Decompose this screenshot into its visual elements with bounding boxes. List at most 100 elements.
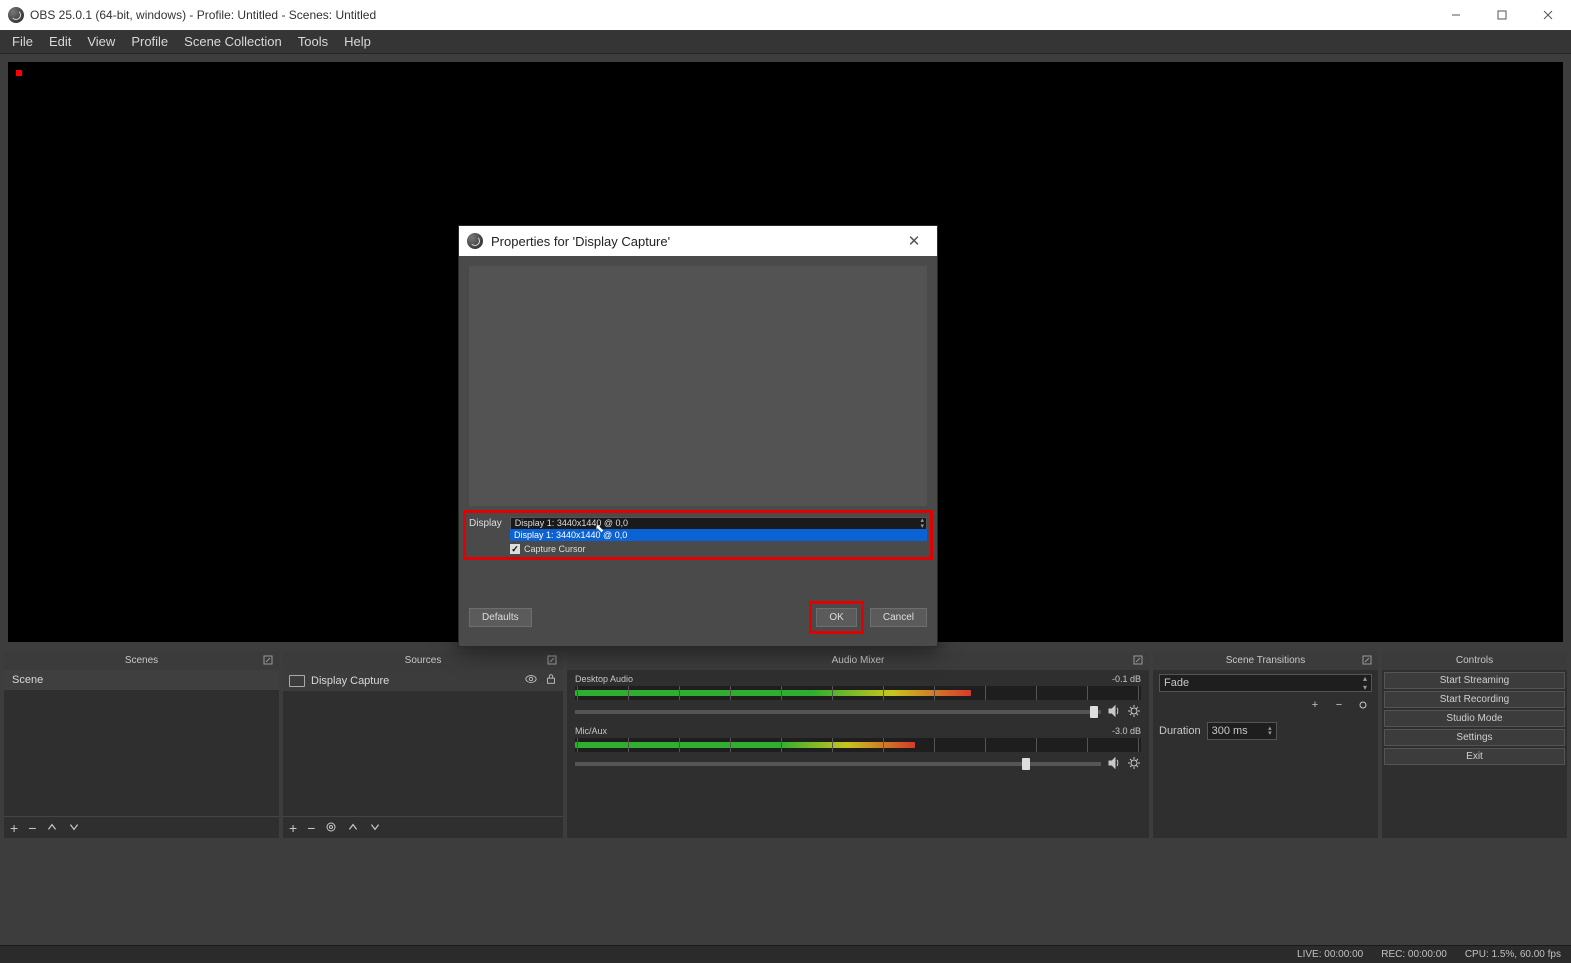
source-item-label: Display Capture xyxy=(311,675,389,687)
ok-button[interactable]: OK xyxy=(816,608,856,627)
settings-button[interactable]: Settings xyxy=(1384,729,1565,746)
popout-icon[interactable] xyxy=(1131,654,1145,668)
close-button[interactable] xyxy=(1525,0,1571,30)
start-streaming-button[interactable]: Start Streaming xyxy=(1384,672,1565,689)
popout-icon[interactable] xyxy=(545,654,559,668)
volume-slider[interactable] xyxy=(575,710,1101,714)
scenes-panel: Scenes Scene + − xyxy=(4,652,279,838)
capture-cursor-label: Capture Cursor xyxy=(524,544,586,554)
scene-down-button[interactable] xyxy=(68,821,80,835)
status-rec: REC: 00:00:00 xyxy=(1381,949,1447,960)
menu-edit[interactable]: Edit xyxy=(41,30,79,54)
lock-icon[interactable] xyxy=(545,673,557,688)
annotation-box: OK xyxy=(809,601,863,634)
source-properties-button[interactable] xyxy=(325,821,337,835)
menu-view[interactable]: View xyxy=(79,30,123,54)
menu-file[interactable]: File xyxy=(4,30,41,54)
transition-gear-button[interactable] xyxy=(1354,696,1372,714)
popout-icon[interactable] xyxy=(1360,654,1374,668)
mute-icon[interactable] xyxy=(1107,704,1121,720)
sources-title: Sources xyxy=(405,655,442,666)
display-value: Display 1: 3440x1440 @ 0,0 xyxy=(515,518,628,528)
dialog-titlebar: Properties for 'Display Capture' ✕ xyxy=(459,226,937,256)
window-buttons xyxy=(1433,0,1571,30)
dialog-preview xyxy=(469,266,927,506)
source-remove-button[interactable]: − xyxy=(307,821,315,835)
scenes-header: Scenes xyxy=(4,652,279,670)
scenes-title: Scenes xyxy=(125,655,158,666)
mixer-title: Audio Mixer xyxy=(832,655,885,666)
menu-tools[interactable]: Tools xyxy=(290,30,336,54)
display-icon xyxy=(289,675,305,687)
audio-meter xyxy=(575,738,1141,752)
status-bar: LIVE: 00:00:00 REC: 00:00:00 CPU: 1.5%, … xyxy=(0,945,1571,963)
display-option[interactable]: Display 1: 3440x1440 @ 0,0 xyxy=(510,529,927,541)
track-level: -0.1 dB xyxy=(1112,674,1141,684)
menu-profile[interactable]: Profile xyxy=(123,30,176,54)
properties-dialog: Properties for 'Display Capture' ✕ Displ… xyxy=(458,225,938,647)
transition-value: Fade xyxy=(1164,677,1189,689)
dialog-title: Properties for 'Display Capture' xyxy=(491,234,670,249)
sources-panel: Sources Display Capture + − xyxy=(283,652,563,838)
duration-value: 300 ms xyxy=(1212,725,1248,737)
controls-header: Controls xyxy=(1382,652,1567,670)
menubar: File Edit View Profile Scene Collection … xyxy=(0,30,1571,54)
obs-logo-icon xyxy=(8,7,24,23)
window-title: OBS 25.0.1 (64-bit, windows) - Profile: … xyxy=(30,8,376,22)
duration-input[interactable]: 300 ms ▴▾ xyxy=(1207,722,1277,740)
controls-title: Controls xyxy=(1456,655,1493,666)
source-handle-icon xyxy=(16,70,22,76)
bottom-panels: Scenes Scene + − Sources Display Capture xyxy=(0,650,1571,840)
gear-icon[interactable] xyxy=(1127,704,1141,720)
transition-add-button[interactable]: + xyxy=(1306,696,1324,714)
scene-add-button[interactable]: + xyxy=(10,821,18,835)
gear-icon[interactable] xyxy=(1127,756,1141,772)
source-item[interactable]: Display Capture xyxy=(283,670,563,691)
scene-item[interactable]: Scene xyxy=(4,670,279,690)
start-recording-button[interactable]: Start Recording xyxy=(1384,691,1565,708)
exit-button[interactable]: Exit xyxy=(1384,748,1565,765)
track-name: Mic/Aux xyxy=(575,726,607,736)
transitions-panel: Scene Transitions Fade ▴▾ + − Duration 3… xyxy=(1153,652,1378,838)
transition-select[interactable]: Fade ▴▾ xyxy=(1159,674,1372,692)
popout-icon[interactable] xyxy=(261,654,275,668)
maximize-button[interactable] xyxy=(1479,0,1525,30)
track-level: -3.0 dB xyxy=(1112,726,1141,736)
volume-slider[interactable] xyxy=(575,762,1101,766)
mixer-track: Mic/Aux -3.0 dB xyxy=(567,722,1149,774)
visibility-icon[interactable] xyxy=(525,673,537,688)
scene-remove-button[interactable]: − xyxy=(28,821,36,835)
source-down-button[interactable] xyxy=(369,821,381,835)
scene-up-button[interactable] xyxy=(46,821,58,835)
audio-meter xyxy=(575,686,1141,700)
minimize-button[interactable] xyxy=(1433,0,1479,30)
duration-label: Duration xyxy=(1159,725,1201,737)
mixer-header: Audio Mixer xyxy=(567,652,1149,670)
source-up-button[interactable] xyxy=(347,821,359,835)
transitions-title: Scene Transitions xyxy=(1226,655,1306,666)
controls-panel: Controls Start Streaming Start Recording… xyxy=(1382,652,1567,838)
mixer-track: Desktop Audio -0.1 dB xyxy=(567,670,1149,722)
track-name: Desktop Audio xyxy=(575,674,633,684)
cancel-button[interactable]: Cancel xyxy=(870,608,927,627)
mute-icon[interactable] xyxy=(1107,756,1121,772)
sources-header: Sources xyxy=(283,652,563,670)
scenes-toolbar: + − xyxy=(4,816,279,838)
capture-cursor-checkbox[interactable]: ✓ xyxy=(510,544,520,554)
defaults-button[interactable]: Defaults xyxy=(469,608,532,627)
menu-help[interactable]: Help xyxy=(336,30,379,54)
transitions-header: Scene Transitions xyxy=(1153,652,1378,670)
menu-scene-collection[interactable]: Scene Collection xyxy=(176,30,290,54)
source-add-button[interactable]: + xyxy=(289,821,297,835)
studio-mode-button[interactable]: Studio Mode xyxy=(1384,710,1565,727)
obs-logo-icon xyxy=(467,233,483,249)
sources-toolbar: + − xyxy=(283,816,563,838)
titlebar: OBS 25.0.1 (64-bit, windows) - Profile: … xyxy=(0,0,1571,30)
status-cpu: CPU: 1.5%, 60.00 fps xyxy=(1465,949,1561,960)
display-select[interactable]: Display 1: 3440x1440 @ 0,0 ▴▾ xyxy=(510,517,927,530)
display-label: Display xyxy=(469,518,502,529)
mixer-panel: Audio Mixer Desktop Audio -0.1 dB xyxy=(567,652,1149,838)
transition-remove-button[interactable]: − xyxy=(1330,696,1348,714)
dialog-close-button[interactable]: ✕ xyxy=(899,232,929,250)
status-live: LIVE: 00:00:00 xyxy=(1297,949,1363,960)
